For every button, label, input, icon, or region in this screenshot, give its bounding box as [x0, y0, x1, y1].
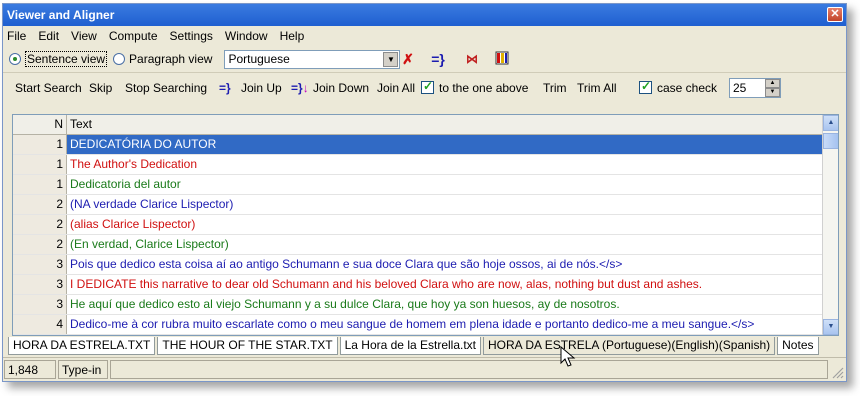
spin-up-icon[interactable]: ▲	[765, 79, 780, 88]
row-text[interactable]: (En verdad, Clarice Lispector)	[67, 235, 838, 254]
menu-help[interactable]: Help	[280, 29, 305, 43]
sentence-view-radio[interactable]	[9, 53, 21, 65]
row-number: 1	[13, 175, 67, 194]
vertical-scrollbar[interactable]: ▲ ▼	[822, 115, 838, 335]
row-number: 2	[13, 195, 67, 214]
join-bracket-icon[interactable]: =}	[429, 51, 447, 67]
chevron-down-icon[interactable]: ▼	[383, 51, 399, 67]
columns-icon[interactable]	[493, 51, 511, 67]
column-header-n[interactable]: N	[13, 115, 67, 134]
resize-grip-icon[interactable]	[832, 367, 844, 379]
stop-searching-button[interactable]: Stop Searching	[125, 81, 207, 95]
status-count: 1,848	[4, 360, 56, 379]
start-search-button[interactable]: Start Search	[15, 81, 82, 95]
table-row[interactable]: 1 Dedicatoria del autor	[13, 175, 838, 195]
tab-document[interactable]: La Hora de la Estrella.txt	[339, 337, 482, 355]
language-select-value: Portuguese	[228, 51, 290, 66]
row-number: 4	[13, 315, 67, 334]
row-text[interactable]: DEDICATÓRIA DO AUTOR	[67, 135, 838, 154]
row-text[interactable]: The Author's Dedication	[67, 155, 838, 174]
table-row[interactable]: 2 (En verdad, Clarice Lispector)	[13, 235, 838, 255]
table-row[interactable]: 2 (NA verdade Clarice Lispector)	[13, 195, 838, 215]
menu-bar: File Edit View Compute Settings Window H…	[3, 26, 846, 46]
join-down-button[interactable]: Join Down	[313, 81, 369, 95]
tab-document[interactable]: HORA DA ESTRELA.TXT	[8, 337, 156, 355]
table-row[interactable]: 3I DEDICATE this narrative to dear old S…	[13, 275, 838, 295]
table-row[interactable]: 2 (alias Clarice Lispector)	[13, 215, 838, 235]
join-down-icon[interactable]: =}↓	[291, 81, 309, 95]
row-text[interactable]: Pois que dedico esta coisa aí ao antigo …	[67, 255, 838, 274]
paragraph-view-radio[interactable]	[113, 53, 126, 65]
row-text[interactable]: (alias Clarice Lispector)	[67, 215, 838, 234]
skip-button[interactable]: Skip	[89, 81, 112, 95]
join-up-icon[interactable]: =}	[219, 81, 231, 95]
menu-edit[interactable]: Edit	[38, 29, 59, 43]
menu-compute[interactable]: Compute	[109, 29, 158, 43]
row-number: 3	[13, 275, 67, 294]
row-text[interactable]: Dedicatoria del autor	[67, 175, 838, 194]
row-number: 2	[13, 215, 67, 234]
alignment-grid: N Text 1 DEDICATÓRIA DO AUTOR 1 The Author'…	[12, 114, 839, 336]
threshold-spinner[interactable]: 25 ▲ ▼	[729, 78, 781, 98]
delete-cross-icon[interactable]: ✗	[399, 51, 417, 67]
join-all-button[interactable]: Join All	[377, 81, 415, 95]
table-row[interactable]: 3 He aquí que dedico esto al viejo Schuma…	[13, 295, 838, 315]
view-toolbar: Sentence view Paragraph view Portuguese …	[3, 46, 846, 72]
paragraph-view-label[interactable]: Paragraph view	[129, 52, 212, 66]
to-the-one-above-checkbox[interactable]	[421, 79, 434, 94]
to-the-one-above-label: to the one above	[439, 81, 529, 95]
document-tabs: HORA DA ESTRELA.TXT THE HOUR OF THE STAR.…	[8, 337, 821, 355]
row-number: 3	[13, 255, 67, 274]
scroll-thumb[interactable]	[823, 133, 838, 149]
sentence-view-label[interactable]: Sentence view	[25, 51, 108, 67]
row-text[interactable]: Dedico-me à cor rubra muito escarlate co…	[67, 315, 838, 334]
tab-document[interactable]: HORA DA ESTRELA (Portuguese)(English)(Sp…	[483, 337, 776, 355]
menu-file[interactable]: File	[7, 29, 26, 43]
case-check-label: case check	[657, 81, 718, 95]
trim-button[interactable]: Trim	[543, 81, 567, 95]
table-row[interactable]: 4 Dedico-me à cor rubra muito escarlate c…	[13, 315, 838, 335]
mouse-cursor-icon	[560, 346, 576, 367]
status-bar: 1,848 Type-in	[3, 357, 846, 381]
status-empty	[110, 360, 828, 379]
row-number: 1	[13, 155, 67, 174]
split-icon[interactable]: ⋈	[463, 51, 481, 67]
search-toolbar: Start Search Skip Stop Searching =} Join…	[3, 72, 846, 102]
row-number: 1	[13, 135, 67, 154]
table-row[interactable]: 3 Pois que dedico esta coisa aí ao antigo…	[13, 255, 838, 275]
language-select[interactable]: Portuguese ▼	[224, 49, 401, 69]
scroll-up-icon[interactable]: ▲	[823, 115, 838, 131]
menu-settings[interactable]: Settings	[170, 29, 213, 43]
row-number: 3	[13, 295, 67, 314]
case-check-checkbox[interactable]	[639, 79, 652, 94]
grid-header: N Text	[13, 115, 838, 135]
row-number: 2	[13, 235, 67, 254]
close-button[interactable]: ✕	[827, 7, 843, 22]
column-header-text[interactable]: Text	[67, 115, 838, 134]
tab-document[interactable]: THE HOUR OF THE STAR.TXT	[157, 337, 338, 355]
title-bar: Viewer and Aligner ✕	[3, 4, 846, 26]
table-row[interactable]: 1 The Author's Dedication	[13, 155, 838, 175]
table-row[interactable]: 1 DEDICATÓRIA DO AUTOR	[13, 135, 838, 155]
grid-rows: 1 DEDICATÓRIA DO AUTOR 1 The Author's Dedic…	[13, 135, 838, 335]
viewer-aligner-window: Viewer and Aligner ✕ File Edit View Comp…	[2, 3, 847, 382]
spin-down-icon[interactable]: ▼	[765, 88, 780, 97]
status-mode: Type-in	[58, 360, 108, 379]
threshold-value: 25	[733, 81, 747, 95]
tab-document[interactable]: Notes	[777, 337, 819, 355]
row-text[interactable]: He aquí que dedico esto al viejo Schuman…	[67, 295, 838, 314]
row-text[interactable]: I DEDICATE this narrative to dear old Sc…	[67, 275, 838, 294]
window-title: Viewer and Aligner	[7, 8, 115, 22]
join-up-button[interactable]: Join Up	[241, 81, 282, 95]
scroll-down-icon[interactable]: ▼	[823, 319, 838, 335]
trim-all-button[interactable]: Trim All	[577, 81, 617, 95]
row-text[interactable]: (NA verdade Clarice Lispector)	[67, 195, 838, 214]
menu-window[interactable]: Window	[225, 29, 268, 43]
menu-view[interactable]: View	[71, 29, 97, 43]
